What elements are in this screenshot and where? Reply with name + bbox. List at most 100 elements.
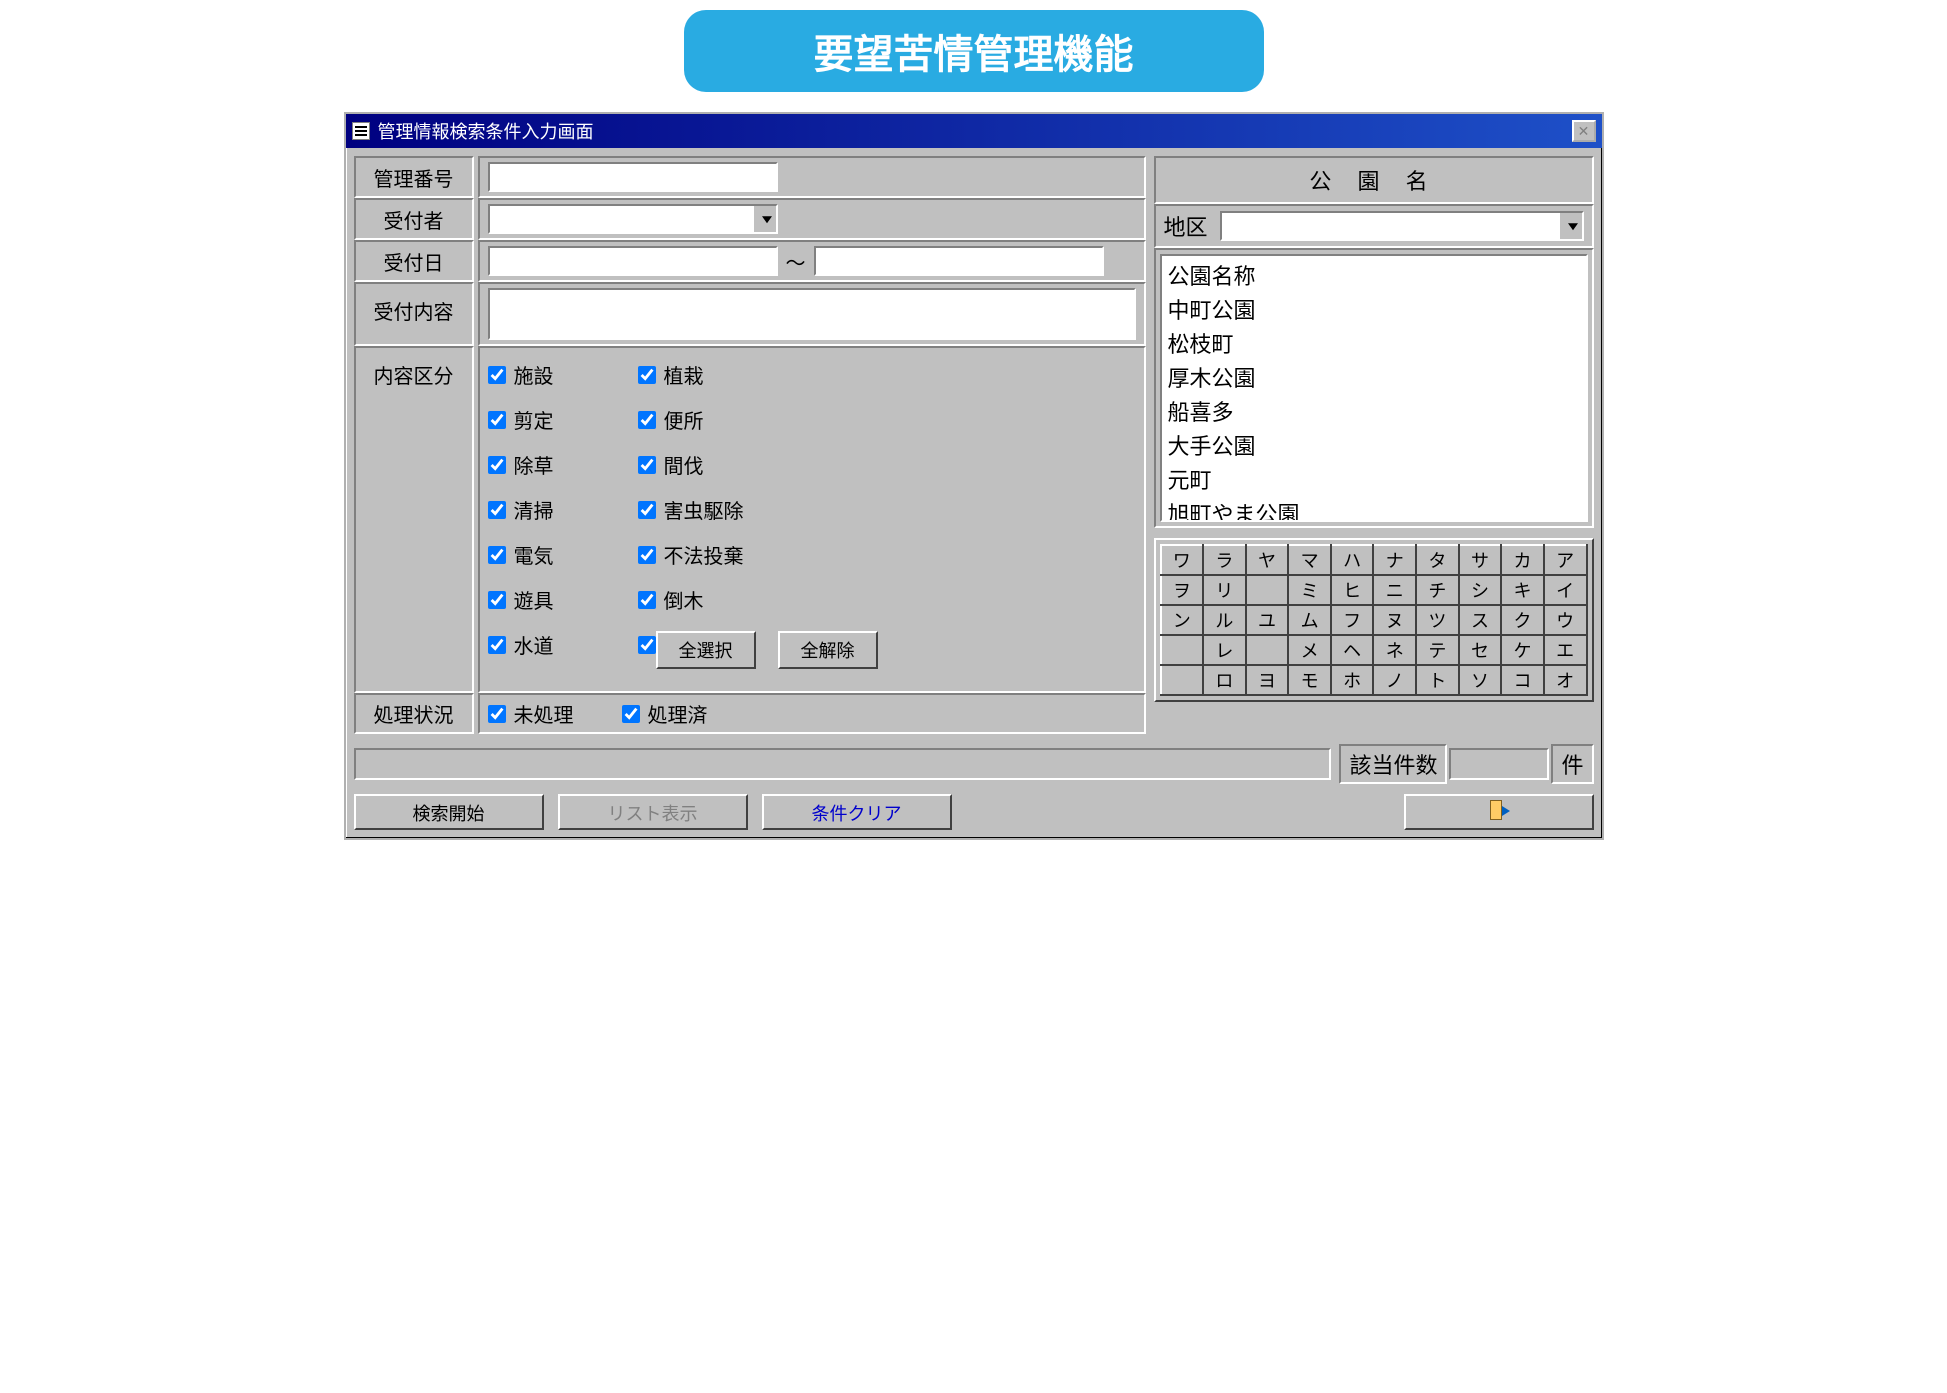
- zensentaku-button[interactable]: 全選択: [656, 631, 756, 669]
- list-item[interactable]: 旭町やま公園: [1166, 496, 1582, 522]
- kana-key[interactable]: セ: [1459, 635, 1502, 665]
- uketsuke-naiyou-input[interactable]: [488, 288, 1136, 340]
- naiyou-kubun-check[interactable]: 施設: [488, 360, 638, 389]
- kana-key[interactable]: ノ: [1373, 665, 1416, 695]
- kana-key[interactable]: フ: [1331, 605, 1374, 635]
- kana-key[interactable]: ミ: [1288, 575, 1331, 605]
- list-item[interactable]: 厚木公園: [1166, 360, 1582, 394]
- kana-key[interactable]: チ: [1416, 575, 1459, 605]
- kanri-bangou-input[interactable]: [488, 162, 778, 192]
- checkbox[interactable]: [488, 411, 506, 429]
- kana-key[interactable]: ワ: [1161, 545, 1204, 575]
- naiyou-kubun-check[interactable]: 害虫駆除: [638, 495, 888, 524]
- naiyou-kubun-check[interactable]: 間伐: [638, 450, 888, 479]
- kana-key[interactable]: ホ: [1331, 665, 1374, 695]
- kana-key[interactable]: イ: [1544, 575, 1587, 605]
- list-item[interactable]: 船喜多: [1166, 394, 1582, 428]
- kana-key[interactable]: ヘ: [1331, 635, 1374, 665]
- kana-key[interactable]: キ: [1501, 575, 1544, 605]
- kana-key[interactable]: ハ: [1331, 545, 1374, 575]
- checkbox[interactable]: [638, 591, 656, 609]
- uketsukebi-to-input[interactable]: [814, 246, 1104, 276]
- naiyou-kubun-check[interactable]: 遊具: [488, 585, 638, 614]
- kana-key[interactable]: ン: [1161, 605, 1204, 635]
- checkbox[interactable]: [488, 546, 506, 564]
- checkbox[interactable]: [488, 366, 506, 384]
- kana-key[interactable]: ユ: [1246, 605, 1289, 635]
- kana-key[interactable]: ヒ: [1331, 575, 1374, 605]
- kana-key[interactable]: ケ: [1501, 635, 1544, 665]
- kana-key[interactable]: ト: [1416, 665, 1459, 695]
- list-item[interactable]: 元町: [1166, 462, 1582, 496]
- label-uketsukebi: 受付日: [354, 240, 474, 282]
- list-item[interactable]: 公園名称: [1166, 258, 1582, 292]
- naiyou-kubun-check[interactable]: 便所: [638, 405, 888, 434]
- kana-key[interactable]: タ: [1416, 545, 1459, 575]
- uketsukebi-from-input[interactable]: [488, 246, 778, 276]
- park-listbox[interactable]: 公園名称中町公園松枝町厚木公園船喜多大手公園元町旭町やま公園吾妻町厚木さつき公園: [1160, 254, 1588, 522]
- kana-key[interactable]: ア: [1544, 545, 1587, 575]
- checkbox[interactable]: [488, 591, 506, 609]
- kana-key[interactable]: カ: [1501, 545, 1544, 575]
- kana-key[interactable]: レ: [1203, 635, 1246, 665]
- kana-key[interactable]: ヲ: [1161, 575, 1204, 605]
- kana-key[interactable]: ウ: [1544, 605, 1587, 635]
- uketsukesha-select[interactable]: [488, 204, 778, 234]
- list-item[interactable]: 中町公園: [1166, 292, 1582, 326]
- checkbox[interactable]: [638, 546, 656, 564]
- kana-key[interactable]: テ: [1416, 635, 1459, 665]
- kana-key[interactable]: ヤ: [1246, 545, 1289, 575]
- checkbox[interactable]: [638, 366, 656, 384]
- naiyou-kubun-check[interactable]: 倒木: [638, 585, 888, 614]
- kana-key[interactable]: ナ: [1373, 545, 1416, 575]
- exit-button[interactable]: [1404, 794, 1594, 830]
- kana-key[interactable]: リ: [1203, 575, 1246, 605]
- kana-key[interactable]: ク: [1501, 605, 1544, 635]
- kana-key[interactable]: サ: [1459, 545, 1502, 575]
- kana-key[interactable]: ム: [1288, 605, 1331, 635]
- kana-key[interactable]: コ: [1501, 665, 1544, 695]
- kana-key[interactable]: エ: [1544, 635, 1587, 665]
- naiyou-kubun-check[interactable]: 電気: [488, 540, 638, 569]
- checkbox-label: 剪定: [514, 405, 554, 434]
- kana-key[interactable]: シ: [1459, 575, 1502, 605]
- shori-joukyou-check[interactable]: 未処理: [488, 699, 574, 728]
- kana-key[interactable]: オ: [1544, 665, 1587, 695]
- close-icon[interactable]: ✕: [1572, 120, 1596, 142]
- shori-joukyou-check[interactable]: 処理済: [622, 699, 708, 728]
- zenkaijo-button[interactable]: 全解除: [778, 631, 878, 669]
- checkbox[interactable]: [638, 456, 656, 474]
- kana-key[interactable]: メ: [1288, 635, 1331, 665]
- kana-key[interactable]: ニ: [1373, 575, 1416, 605]
- chiku-select[interactable]: [1220, 211, 1584, 241]
- kana-key[interactable]: ヨ: [1246, 665, 1289, 695]
- kana-key[interactable]: ソ: [1459, 665, 1502, 695]
- naiyou-kubun-check[interactable]: 剪定: [488, 405, 638, 434]
- naiyou-kubun-check[interactable]: 不法投棄: [638, 540, 888, 569]
- checkbox[interactable]: [638, 411, 656, 429]
- kana-key[interactable]: ツ: [1416, 605, 1459, 635]
- checkbox[interactable]: [488, 501, 506, 519]
- kana-key[interactable]: ル: [1203, 605, 1246, 635]
- kana-key[interactable]: ラ: [1203, 545, 1246, 575]
- checkbox-label: 未処理: [514, 699, 574, 728]
- checkbox[interactable]: [622, 705, 640, 723]
- kana-key[interactable]: ロ: [1203, 665, 1246, 695]
- naiyou-kubun-check[interactable]: 清掃: [488, 495, 638, 524]
- list-item[interactable]: 松枝町: [1166, 326, 1582, 360]
- label-kara: 〜: [786, 247, 806, 276]
- kana-key[interactable]: ス: [1459, 605, 1502, 635]
- jouken-clear-button[interactable]: 条件クリア: [762, 794, 952, 830]
- kana-key[interactable]: ネ: [1373, 635, 1416, 665]
- checkbox[interactable]: [638, 501, 656, 519]
- kensaku-kaishi-button[interactable]: 検索開始: [354, 794, 544, 830]
- checkbox[interactable]: [488, 456, 506, 474]
- kana-key[interactable]: ヌ: [1373, 605, 1416, 635]
- naiyou-kubun-check[interactable]: 植栽: [638, 360, 888, 389]
- list-hyouji-button[interactable]: リスト表示: [558, 794, 748, 830]
- kana-key[interactable]: マ: [1288, 545, 1331, 575]
- kana-key[interactable]: モ: [1288, 665, 1331, 695]
- list-item[interactable]: 大手公園: [1166, 428, 1582, 462]
- naiyou-kubun-check[interactable]: 除草: [488, 450, 638, 479]
- checkbox[interactable]: [488, 705, 506, 723]
